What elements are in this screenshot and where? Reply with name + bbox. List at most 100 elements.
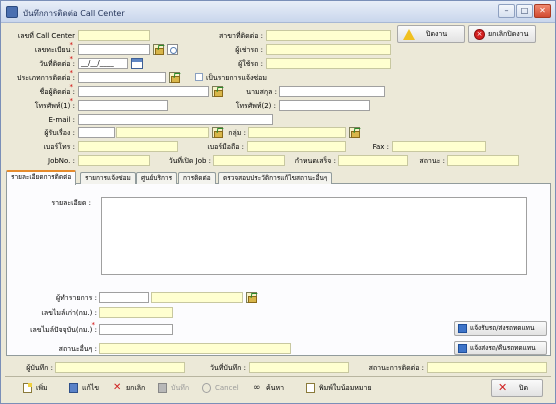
car-user-field[interactable] <box>266 58 391 69</box>
old-mileage-label: เลขไมล์เก่า(กม.) : <box>41 309 97 317</box>
contact-type-field[interactable] <box>78 72 166 83</box>
issue-receiver-lookup-icon[interactable] <box>212 127 223 138</box>
app-icon <box>6 6 18 18</box>
record-date-field <box>249 362 349 373</box>
mobile2-field <box>247 141 346 152</box>
contact-name-label: ชื่อผู้ติดต่อ : <box>15 82 75 97</box>
phone2-field[interactable] <box>279 100 370 111</box>
car-icon <box>458 344 467 353</box>
fax-label: Fax : <box>372 143 389 151</box>
operator-code-field[interactable] <box>99 292 149 303</box>
group-field[interactable] <box>248 127 346 138</box>
title-bar: บันทึกการติดต่อ Call Center – □ ✕ <box>1 1 555 23</box>
open-job-field <box>213 155 285 166</box>
recorder-label: ผู้บันทึก : <box>26 364 53 372</box>
group-label: กลุ่ม : <box>228 129 246 137</box>
current-mileage-label: เลขไมล์ปัจจุบัน(กม.) : <box>17 320 97 335</box>
due-date-field <box>338 155 408 166</box>
new-document-icon <box>23 383 32 393</box>
status-field <box>447 155 519 166</box>
fax-field <box>392 141 486 152</box>
undo-icon <box>202 383 211 393</box>
tenant-field[interactable] <box>266 44 391 55</box>
minimize-button[interactable]: – <box>498 4 515 18</box>
find-button[interactable]: ∞ ค้นหา <box>253 381 289 395</box>
edit-icon <box>69 383 78 393</box>
contact-date-field[interactable]: __/__/____ <box>78 58 128 69</box>
close-button[interactable]: ✕ ปิด <box>491 379 543 397</box>
calendar-icon[interactable] <box>131 58 143 69</box>
notify-send-button[interactable]: แจ้งส่งรถ/คืนรถทดแทน <box>454 341 547 355</box>
car-icon <box>458 324 467 333</box>
record-date-label: วันที่บันทึก : <box>210 364 246 372</box>
tab-status-history[interactable]: ตรวจสอบประวัติการแก้ไขสถานะอื่นๆ <box>218 172 333 184</box>
mobile-label: เบอร์โทร : <box>43 143 75 151</box>
tab-contact[interactable]: การติดต่อ <box>178 172 216 184</box>
contact-status-label: สถานะการติดต่อ : <box>368 364 424 372</box>
call-center-no-field[interactable] <box>78 30 150 41</box>
email-label: E-mail : <box>48 116 75 124</box>
current-mileage-field[interactable] <box>99 324 173 335</box>
surname-field[interactable] <box>279 86 385 97</box>
new-button[interactable]: เพิ่ม <box>23 381 53 395</box>
surname-label: นามสกุล : <box>246 88 277 96</box>
tab-panel: รายละเอียด : ผู้ทำรายการ : เลขไมล์เก่า(ก… <box>6 184 551 356</box>
tab-repair-list[interactable]: รายการแจ้งซ่อม <box>80 172 136 184</box>
operator-lookup-icon[interactable] <box>246 292 257 303</box>
tab-contact-detail[interactable]: รายละเอียดการติดต่อ <box>6 170 77 185</box>
stop-icon: × <box>474 29 485 40</box>
phone2-label: โทรศัพท์(2) : <box>235 102 276 110</box>
contact-name-lookup-icon[interactable] <box>212 86 223 97</box>
repair-notice-label: เป็นรายการแจ้งซ่อม <box>206 74 267 82</box>
cancel-en-button[interactable]: Cancel <box>202 381 242 395</box>
contact-date-label: วันที่ติดต่อ : <box>15 54 75 69</box>
reg-no-search-icon[interactable] <box>167 44 178 55</box>
mobile-field <box>78 141 178 152</box>
notify-receive-button[interactable]: แจ้งรับรถ/ส่งรถทดแทน <box>454 321 547 336</box>
maximize-button[interactable]: □ <box>516 4 533 18</box>
contact-name-field[interactable] <box>78 86 209 97</box>
mobile2-label: เบอร์มือถือ : <box>207 143 244 151</box>
cancel-button[interactable]: ✕ ยกเลิก <box>113 381 149 395</box>
email-field[interactable] <box>78 114 273 125</box>
car-user-label: ผู้ใช้รถ : <box>238 60 263 68</box>
detail-textarea[interactable] <box>101 197 527 275</box>
edit-button[interactable]: แก้ไข <box>69 381 101 395</box>
repair-notice-checkbox[interactable] <box>195 73 203 81</box>
detail-label: รายละเอียด : <box>51 199 91 207</box>
contact-type-lookup-icon[interactable] <box>169 72 180 83</box>
close-window-button[interactable]: ✕ <box>534 4 551 18</box>
save-button[interactable]: บันทึก <box>158 381 194 395</box>
tenant-label: ผู้เช่ารถ : <box>235 46 263 54</box>
due-date-label: กำหนดเสร็จ : <box>294 157 336 165</box>
tab-service-center[interactable]: ศูนย์บริการ <box>136 172 178 184</box>
cancel-close-job-button[interactable]: × ยกเลิกปิดงาน <box>468 25 536 43</box>
phone1-label: โทรศัพท์(1) : <box>15 96 75 111</box>
open-job-label: วันที่เปิด Job : <box>168 157 211 165</box>
call-center-window: บันทึกการติดต่อ Call Center – □ ✕ เลขที่… <box>0 0 556 404</box>
close-job-button[interactable]: ปิดงาน <box>397 25 465 43</box>
issue-receiver-code-field[interactable] <box>78 127 115 138</box>
other-status-field <box>99 343 291 354</box>
branch-field[interactable] <box>266 30 391 41</box>
group-lookup-icon[interactable] <box>349 127 360 138</box>
phone1-field[interactable] <box>78 100 168 111</box>
contact-type-label: ประเภทการติดต่อ : <box>9 68 75 83</box>
operator-name-field <box>151 292 243 303</box>
old-mileage-field <box>99 307 173 318</box>
issue-receiver-name-field <box>116 127 209 138</box>
branch-label: สาขาที่ติดต่อ : <box>219 32 263 40</box>
save-icon <box>158 383 167 393</box>
jobno-label: JobNo. : <box>48 157 75 165</box>
warning-icon <box>403 29 415 40</box>
recorder-field <box>55 362 185 373</box>
other-status-label: สถานะอื่นๆ : <box>58 345 97 353</box>
print-button[interactable]: พิมพ์ใบน้อมหมาย <box>306 381 376 395</box>
reg-no-lookup-icon[interactable] <box>153 44 164 55</box>
close-icon: ✕ <box>498 381 508 394</box>
call-center-no-label: เลขที่ Call Center <box>17 32 75 40</box>
jobno-field <box>78 155 150 166</box>
operator-label: ผู้ทำรายการ : <box>56 294 97 302</box>
status-label: สถานะ : <box>419 157 445 165</box>
reg-no-field[interactable] <box>78 44 150 55</box>
